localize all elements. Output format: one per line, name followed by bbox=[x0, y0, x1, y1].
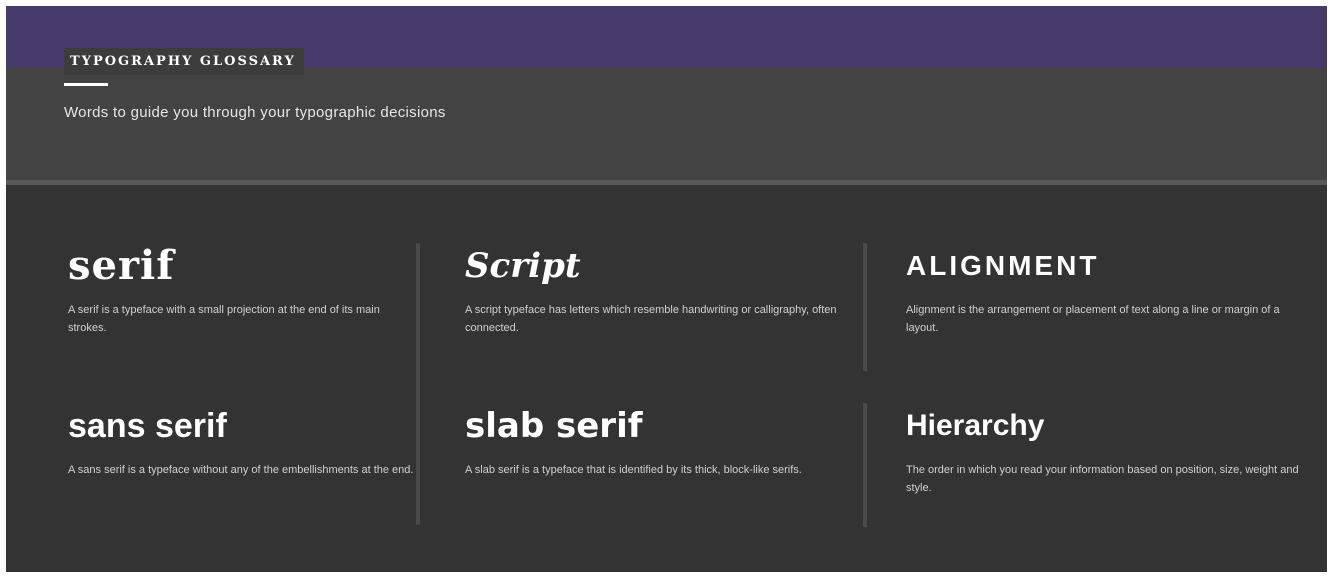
term-description: A slab serif is a typeface that is ident… bbox=[465, 464, 802, 476]
glossary-column: serif A serif is a typeface with a small… bbox=[68, 185, 416, 572]
column-divider bbox=[863, 243, 867, 371]
term-description: Alignment is the arrangement or placemen… bbox=[906, 304, 1280, 334]
column-divider bbox=[416, 243, 420, 525]
glossary-term-script: Script A script typeface has letters whi… bbox=[465, 243, 857, 337]
header: TYPOGRAPHY GLOSSARY Words to guide you t… bbox=[64, 48, 864, 121]
term-description: A script typeface has letters which rese… bbox=[465, 304, 837, 334]
glossary-column: Script A script typeface has letters whi… bbox=[465, 185, 857, 572]
glossary-term-sans-serif: sans serif A sans serif is a typeface wi… bbox=[68, 403, 416, 479]
term-description: A sans serif is a typeface without any o… bbox=[68, 464, 414, 476]
term-name: serif bbox=[68, 242, 175, 289]
glossary-banner: TYPOGRAPHY GLOSSARY Words to guide you t… bbox=[6, 6, 1327, 572]
term-name: Hierarchy bbox=[906, 403, 1311, 449]
glossary-grid: serif A serif is a typeface with a small… bbox=[6, 185, 1327, 572]
term-description: A serif is a typeface with a small proje… bbox=[68, 304, 380, 334]
column-divider bbox=[863, 403, 867, 527]
title-underline bbox=[64, 83, 108, 86]
term-name-rest: archy bbox=[964, 409, 1045, 442]
page-title: TYPOGRAPHY GLOSSARY bbox=[64, 48, 304, 75]
glossary-column: ALIGNMENT Alignment is the arrangement o… bbox=[906, 185, 1311, 572]
term-name: ALIGNMENT bbox=[906, 250, 1100, 281]
glossary-term-alignment: ALIGNMENT Alignment is the arrangement o… bbox=[906, 243, 1311, 337]
glossary-term-hierarchy: Hierarchy The order in which you read yo… bbox=[906, 403, 1311, 497]
glossary-term-serif: serif A serif is a typeface with a small… bbox=[68, 243, 416, 337]
term-description: The order in which you read your informa… bbox=[906, 464, 1299, 494]
term-name: slab serif bbox=[465, 406, 643, 446]
page-subtitle: Words to guide you through your typograp… bbox=[64, 104, 446, 121]
term-name: sans serif bbox=[68, 407, 227, 445]
term-name: Script bbox=[465, 246, 581, 286]
term-name-emphasis: Hier bbox=[906, 409, 965, 442]
glossary-term-slab-serif: slab serif A slab serif is a typeface th… bbox=[465, 403, 857, 479]
